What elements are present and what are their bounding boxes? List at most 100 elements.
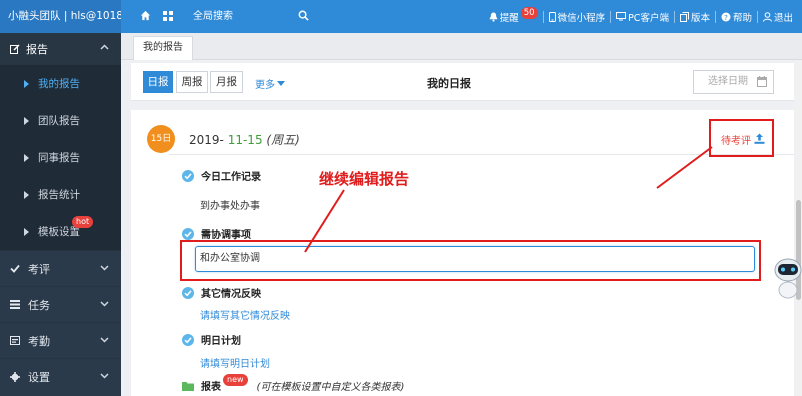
report-toolbar: 日报 周报 月报 更多 我的日报 选择日期 bbox=[131, 63, 794, 101]
sidebar-group-settings[interactable]: 设置 bbox=[0, 358, 121, 394]
tomorrow-plan-link[interactable]: 请填写明日计划 bbox=[200, 355, 270, 370]
sidebar-group-report[interactable]: 报告 bbox=[0, 33, 121, 65]
sidebar-group-evaluation[interactable]: 考评 bbox=[0, 250, 121, 286]
sidebar-group-label: 考勤 bbox=[28, 334, 50, 348]
remind-link[interactable]: 提醒 50 bbox=[484, 6, 543, 24]
date-picker[interactable]: 选择日期 bbox=[693, 70, 774, 94]
apps-grid-icon[interactable] bbox=[163, 10, 173, 24]
page-title: 我的日报 bbox=[427, 77, 471, 90]
new-badge: new bbox=[223, 373, 248, 386]
section-other-feedback: 其它情况反映 bbox=[182, 285, 261, 300]
check-circle-icon bbox=[182, 227, 194, 240]
section-today-work: 今日工作记录 bbox=[182, 168, 261, 183]
sidebar-group-attendance[interactable]: 考勤 bbox=[0, 322, 121, 358]
section-attachment: 报表 new (可在模板设置中自定义各类报表) bbox=[182, 373, 405, 393]
miniprogram-link[interactable]: 微信小程序 bbox=[542, 10, 611, 24]
chevron-down-icon bbox=[100, 265, 109, 271]
section-title: 报表 bbox=[201, 382, 221, 393]
caret-right-icon bbox=[24, 190, 29, 199]
annotation-box-status bbox=[709, 119, 774, 157]
miniprogram-label: 微信小程序 bbox=[557, 12, 606, 24]
help-link[interactable]: ? 帮助 bbox=[714, 10, 757, 24]
list-icon bbox=[10, 300, 20, 309]
caret-down-icon bbox=[277, 81, 285, 86]
sidebar-item-my-report[interactable]: 我的报告 bbox=[0, 65, 121, 102]
day-badge: 15日 bbox=[147, 125, 175, 153]
date-picker-placeholder: 选择日期 bbox=[708, 76, 748, 87]
caret-right-icon bbox=[24, 227, 29, 236]
tab-bar: 我的报告 bbox=[121, 33, 802, 60]
today-work-value[interactable]: 到办事处办事 bbox=[200, 197, 260, 212]
folder-icon bbox=[182, 381, 194, 391]
daily-tab-button[interactable]: 日报 bbox=[143, 71, 173, 93]
team-account-label[interactable]: 小融头团队 | hls@10187 bbox=[0, 0, 121, 33]
sidebar-item-template-settings[interactable]: 模板设置 hot bbox=[0, 213, 121, 250]
user-icon bbox=[762, 11, 772, 22]
pc-client-link[interactable]: PC客户端 bbox=[610, 10, 674, 24]
section-coordination: 需协调事项 bbox=[182, 226, 251, 241]
other-feedback-link[interactable]: 请填写其它情况反映 bbox=[200, 307, 290, 322]
chevron-up-icon bbox=[100, 44, 109, 50]
more-label: 更多 bbox=[255, 80, 275, 91]
tab-my-report[interactable]: 我的报告 bbox=[133, 36, 193, 60]
monitor-icon bbox=[616, 12, 627, 21]
check-circle-icon bbox=[182, 169, 194, 182]
version-label: 版本 bbox=[690, 12, 710, 24]
version-link[interactable]: 版本 bbox=[673, 10, 715, 24]
annotation-box-input bbox=[180, 240, 761, 281]
sidebar-group-label: 任务 bbox=[28, 298, 50, 312]
caret-right-icon bbox=[24, 79, 29, 88]
report-date: 2019- 11-15 (周五) bbox=[189, 131, 300, 148]
pc-client-label: PC客户端 bbox=[628, 12, 669, 24]
chevron-down-icon bbox=[100, 337, 109, 343]
search-icon[interactable] bbox=[298, 10, 309, 24]
copy-icon bbox=[679, 11, 689, 22]
gear-icon bbox=[10, 371, 20, 382]
sidebar-item-label: 团队报告 bbox=[38, 115, 80, 127]
sidebar-group-label: 设置 bbox=[28, 370, 50, 384]
check-icon bbox=[10, 264, 20, 273]
exit-link[interactable]: 退出 bbox=[756, 10, 798, 24]
calendar-icon bbox=[757, 76, 767, 87]
weekly-tab-button[interactable]: 周报 bbox=[176, 71, 208, 93]
global-search-label[interactable]: 全局搜索 bbox=[193, 0, 233, 33]
remind-label: 提醒 bbox=[499, 12, 519, 24]
monthly-tab-button[interactable]: 月报 bbox=[210, 71, 243, 93]
sidebar-group-tasks[interactable]: 任务 bbox=[0, 286, 121, 322]
section-tomorrow-plan: 明日计划 bbox=[182, 332, 241, 347]
check-circle-icon bbox=[182, 286, 194, 299]
sidebar-item-team-report[interactable]: 团队报告 bbox=[0, 102, 121, 139]
help-label: 帮助 bbox=[732, 12, 752, 24]
sidebar-group-label: 考评 bbox=[28, 262, 50, 276]
svg-text:?: ? bbox=[724, 14, 728, 22]
divider bbox=[169, 154, 794, 155]
report-weekday: (周五) bbox=[266, 133, 300, 147]
help-icon: ? bbox=[721, 12, 731, 22]
caret-right-icon bbox=[24, 153, 29, 162]
sidebar-item-colleague-report[interactable]: 同事报告 bbox=[0, 139, 121, 176]
sidebar-item-report-stats[interactable]: 报告统计 bbox=[0, 176, 121, 213]
edit-icon bbox=[10, 44, 20, 54]
caret-right-icon bbox=[24, 116, 29, 125]
card-icon bbox=[10, 336, 20, 345]
more-dropdown[interactable]: 更多 bbox=[255, 76, 285, 91]
remind-count-badge: 50 bbox=[520, 6, 538, 19]
sidebar-group-report-label: 报告 bbox=[26, 43, 48, 56]
hot-badge: hot bbox=[72, 216, 94, 228]
sidebar-item-label: 我的报告 bbox=[38, 78, 80, 90]
robot-assistant-icon[interactable] bbox=[772, 250, 802, 300]
sidebar: 报告 我的报告 团队报告 同事报告 报告统计 模板设置 hot 考评 任务 考勤 bbox=[0, 33, 121, 396]
check-circle-icon bbox=[182, 333, 194, 346]
sidebar-item-label: 同事报告 bbox=[38, 152, 80, 164]
sidebar-item-label: 报告统计 bbox=[38, 189, 80, 201]
section-title: 需协调事项 bbox=[201, 230, 251, 241]
attachment-hint: (可在模板设置中自定义各类报表) bbox=[256, 382, 405, 393]
top-right-menu: 提醒 50 微信小程序 PC客户端 版本 ? 帮助 退出 bbox=[484, 0, 798, 33]
section-title: 今日工作记录 bbox=[201, 172, 261, 183]
phone-icon bbox=[548, 11, 556, 22]
section-title: 明日计划 bbox=[201, 336, 241, 347]
home-icon[interactable] bbox=[140, 10, 151, 24]
bell-icon bbox=[489, 12, 498, 22]
section-title: 其它情况反映 bbox=[201, 289, 261, 300]
chevron-down-icon bbox=[100, 373, 109, 379]
